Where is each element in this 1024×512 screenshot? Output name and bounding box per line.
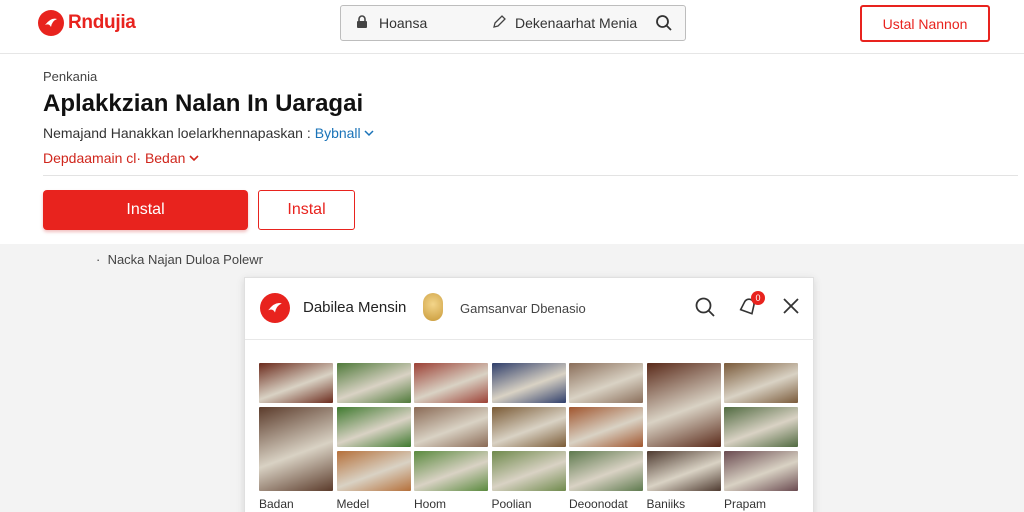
gallery-column (724, 363, 798, 495)
gallery-column (569, 363, 643, 495)
breadcrumb[interactable]: Penkania (43, 69, 97, 84)
search-input[interactable]: Dekenaarhat Menia (491, 14, 649, 33)
gallery-label: Hoom (414, 497, 447, 511)
app-preview-panel: Dabilea Mensin Gamsanvar Dbenasio 0 Bada… (244, 277, 815, 512)
info-note-text: Nacka Najan Duloa Polewr (107, 252, 263, 267)
gallery-thumbnail[interactable] (646, 451, 721, 491)
gallery-thumbnail[interactable] (414, 451, 488, 491)
gallery-thumbnail[interactable] (724, 451, 798, 491)
preview-header: Dabilea Mensin Gamsanvar Dbenasio 0 (245, 278, 815, 340)
gallery-thumbnail[interactable] (259, 407, 333, 491)
gallery-label: Poolian (491, 497, 532, 511)
gallery-thumbnail[interactable] (569, 363, 643, 403)
meta-dropdown[interactable]: Bybnall (315, 125, 374, 141)
close-icon[interactable] (782, 297, 800, 320)
app-header: Penkania Aplakkzian Nalan In Uaragai Nem… (0, 54, 1024, 244)
meta-link-label: Bybnall (314, 125, 361, 141)
gallery-column (336, 363, 411, 495)
gallery-label: Prapam (724, 497, 767, 511)
gallery-thumbnail[interactable] (336, 363, 411, 403)
gallery-thumbnail[interactable] (724, 363, 798, 403)
brand-logo[interactable]: Rndujia (38, 10, 136, 36)
install-app-button[interactable]: Ustal Nannon (860, 5, 990, 42)
developer-link-label: Depdaamain cl· Bedan (43, 150, 186, 166)
chevron-down-icon (364, 130, 374, 137)
search-category[interactable]: Hoansa (341, 14, 491, 32)
preview-subtitle: Gamsanvar Dbenasio (460, 301, 586, 316)
search-icon[interactable] (649, 14, 679, 32)
app-logo-icon (260, 293, 290, 323)
search-icon[interactable] (694, 296, 716, 323)
preview-title: Dabilea Mensin (303, 299, 407, 316)
search-category-label: Hoansa (379, 15, 428, 31)
brand-logo-icon (38, 10, 64, 36)
gallery-label: Medel (336, 497, 370, 511)
info-note: · Nacka Najan Duloa Polewr (96, 252, 263, 267)
gallery-thumbnail[interactable] (414, 363, 488, 403)
gallery-thumbnail[interactable] (491, 451, 566, 491)
chevron-down-icon (189, 155, 199, 162)
install-button[interactable]: Instal (43, 190, 248, 230)
search-bar[interactable]: Hoansa Dekenaarhat Menia (340, 5, 686, 41)
gallery-column (414, 363, 488, 495)
gallery-thumbnail[interactable] (724, 407, 798, 447)
meta-text: Nemajand Hanakkan loelarkhennapaskan : (43, 125, 311, 141)
gallery-thumbnail[interactable] (569, 451, 643, 491)
divider (43, 175, 1018, 176)
gallery-thumbnail[interactable] (491, 363, 566, 403)
gallery-label: Deoonodat (569, 497, 628, 511)
gallery-thumbnail[interactable] (259, 363, 333, 403)
gallery-column (491, 363, 566, 495)
app-meta: Nemajand Hanakkan loelarkhennapaskan : B… (43, 125, 374, 141)
gallery-label: Badan (259, 497, 294, 511)
developer-dropdown[interactable]: Depdaamain cl· Bedan (43, 150, 199, 166)
notification-badge: 0 (751, 291, 765, 305)
install-secondary-button[interactable]: Instal (258, 190, 355, 230)
gallery-thumbnail[interactable] (336, 451, 411, 491)
lock-icon (355, 14, 369, 32)
gallery-label: Baniiks (646, 497, 686, 511)
gallery-thumbnail[interactable] (569, 407, 643, 447)
gallery-thumbnail[interactable] (646, 363, 721, 447)
bullet: · (96, 252, 108, 267)
gallery-thumbnail[interactable] (491, 407, 566, 447)
gallery-column (646, 363, 721, 495)
gallery-thumbnail[interactable] (414, 407, 488, 447)
avatar[interactable] (423, 293, 443, 321)
gallery-thumbnail[interactable] (336, 407, 411, 447)
gallery-column (259, 363, 333, 495)
search-placeholder: Dekenaarhat Menia (515, 15, 638, 31)
brand-name: Rndujia (68, 12, 136, 33)
page-title: Aplakkzian Nalan In Uaragai (43, 90, 364, 117)
pencil-icon (491, 14, 507, 33)
top-bar: Rndujia Hoansa Dekenaarhat Menia Ustal N… (0, 0, 1024, 54)
